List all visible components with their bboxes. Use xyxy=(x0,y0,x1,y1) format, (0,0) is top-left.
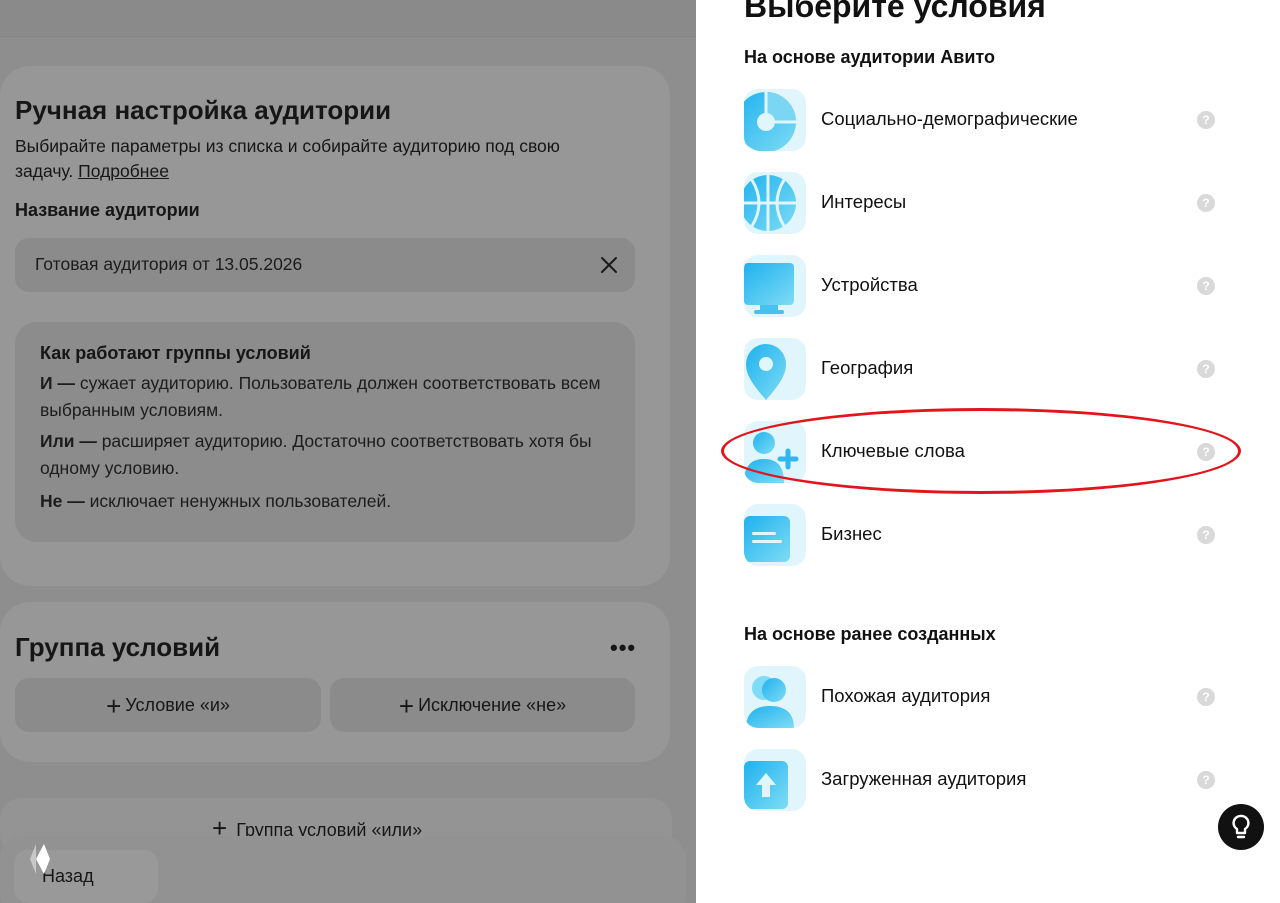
condition-label: География xyxy=(821,357,914,378)
condition-socio-demographic[interactable]: Социально-демографические ? xyxy=(744,89,1234,153)
condition-uploaded-audience[interactable]: Загруженная аудитория ? xyxy=(744,749,1234,813)
condition-lookalike-audience[interactable]: Похожая аудитория ? xyxy=(744,666,1234,730)
or-key: Или — xyxy=(40,431,97,451)
map-pin-icon xyxy=(744,338,806,400)
condition-label: Интересы xyxy=(821,191,907,212)
document-icon xyxy=(744,504,806,566)
monitor-icon xyxy=(744,255,806,317)
condition-group-title: Группа условий xyxy=(15,632,221,662)
condition-keywords[interactable]: Ключевые слова ? xyxy=(744,421,1234,485)
help-icon[interactable]: ? xyxy=(1197,771,1215,789)
not-explanation: Не — исключает ненужных пользователей. xyxy=(40,488,620,515)
and-explanation: И — сужает аудиторию. Пользователь долже… xyxy=(40,370,620,424)
audience-name-value[interactable]: Готовая аудитория от 13.05.2026 xyxy=(35,254,302,275)
panel-title: Выберите условия xyxy=(744,0,1046,24)
help-icon[interactable]: ? xyxy=(1197,111,1215,129)
or-text: расширяет аудиторию. Достаточно соответс… xyxy=(40,431,592,478)
condition-geography[interactable]: География ? xyxy=(744,338,1234,402)
not-key: Не — xyxy=(40,491,85,511)
condition-label: Устройства xyxy=(821,274,918,295)
user-plus-icon xyxy=(744,421,806,483)
top-strip xyxy=(0,0,696,37)
help-icon[interactable]: ? xyxy=(1197,360,1215,378)
help-icon[interactable]: ? xyxy=(1197,688,1215,706)
audience-name-field[interactable]: Готовая аудитория от 13.05.2026 xyxy=(15,238,635,292)
condition-business[interactable]: Бизнес ? xyxy=(744,504,1234,568)
plus-icon: + xyxy=(398,690,415,721)
add-not-label: Исключение «не» xyxy=(418,694,567,715)
more-link[interactable]: Подробнее xyxy=(78,161,169,181)
help-icon[interactable]: ? xyxy=(1197,277,1215,295)
pie-chart-icon xyxy=(744,89,806,151)
manual-audience-description: Выбирайте параметры из списка и собирайт… xyxy=(15,134,575,184)
groups-info-title: Как работают группы условий xyxy=(40,343,311,363)
plus-icon: + xyxy=(106,690,122,721)
users-icon xyxy=(744,666,806,728)
condition-interests[interactable]: Интересы ? xyxy=(744,172,1234,236)
lightbulb-icon xyxy=(1232,814,1250,839)
add-and-label: Условие «и» xyxy=(125,694,230,715)
section-previously-created: На основе ранее созданных xyxy=(744,624,996,644)
condition-label: Ключевые слова xyxy=(821,440,965,461)
condition-label: Похожая аудитория xyxy=(821,685,991,706)
groups-info-box: Как работают группы условий И — сужает а… xyxy=(15,322,635,542)
audience-name-label: Название аудитории xyxy=(15,200,200,220)
more-options-icon[interactable]: ••• xyxy=(610,637,636,659)
help-icon[interactable]: ? xyxy=(1197,194,1215,212)
section-avito-audience: На основе аудитории Авито xyxy=(744,47,995,67)
condition-label: Бизнес xyxy=(821,523,882,544)
background-page: Ручная настройка аудитории Выбирайте пар… xyxy=(0,0,696,903)
condition-devices[interactable]: Устройства ? xyxy=(744,255,1234,319)
add-and-condition-button[interactable]: + Условие «и» xyxy=(15,678,321,732)
add-not-exclusion-button[interactable]: + Исключение «не» xyxy=(330,678,635,732)
and-text: сужает аудиторию. Пользователь должен со… xyxy=(40,373,601,420)
basketball-icon xyxy=(744,172,806,234)
tips-button[interactable] xyxy=(1218,804,1264,850)
help-icon[interactable]: ? xyxy=(1197,526,1215,544)
conditions-panel: Выберите условия На основе аудитории Ави… xyxy=(696,0,1280,903)
clear-icon[interactable] xyxy=(597,253,621,277)
not-text: исключает ненужных пользователей. xyxy=(84,491,392,511)
and-key: И — xyxy=(40,373,75,393)
condition-label: Загруженная аудитория xyxy=(821,768,1027,789)
logo-icon xyxy=(30,844,50,874)
or-explanation: Или — расширяет аудиторию. Достаточно со… xyxy=(40,428,620,482)
help-icon[interactable]: ? xyxy=(1197,443,1215,461)
condition-label: Социально-демографические xyxy=(821,108,1078,129)
upload-icon xyxy=(744,749,806,811)
manual-audience-title: Ручная настройка аудитории xyxy=(15,95,392,125)
